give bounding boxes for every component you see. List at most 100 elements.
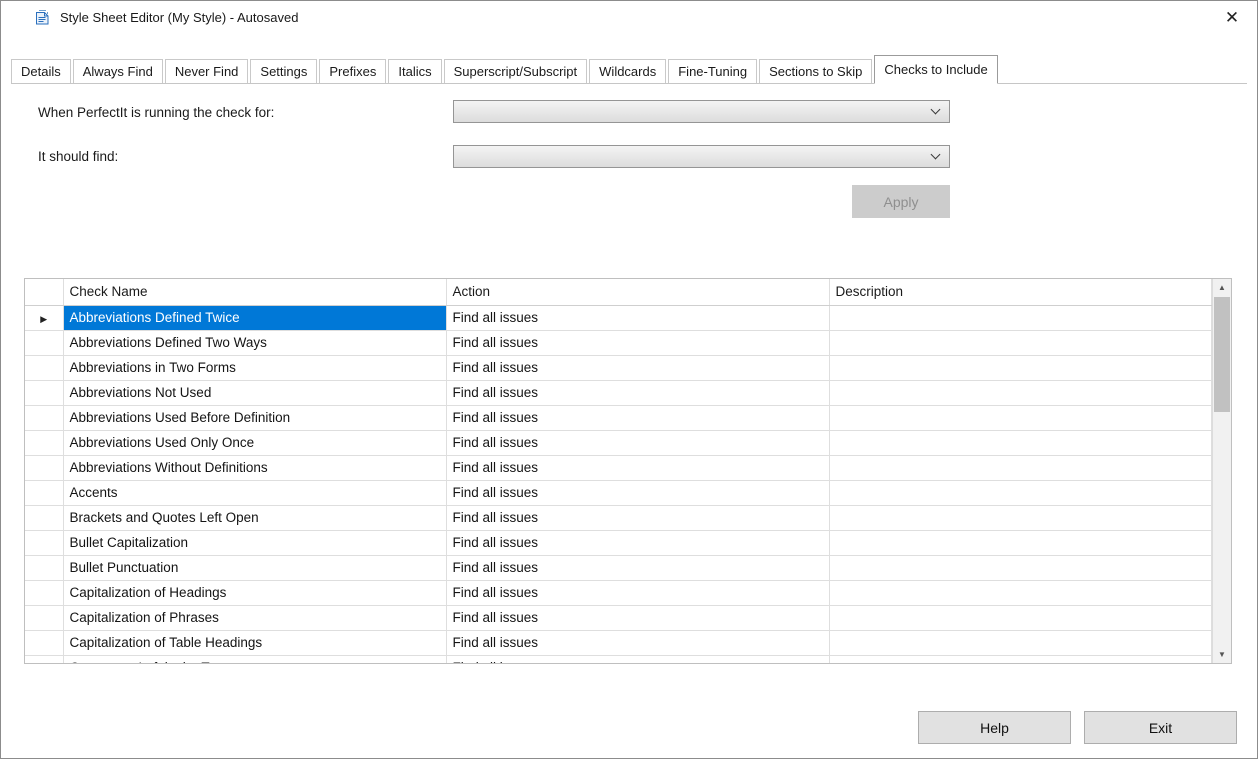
action-cell[interactable]: Find all issues bbox=[446, 405, 829, 430]
scrollbar-down-icon[interactable]: ▼ bbox=[1213, 646, 1231, 663]
row-selector-cell[interactable] bbox=[25, 505, 63, 530]
row-selector-cell[interactable] bbox=[25, 580, 63, 605]
check-name-cell[interactable]: Abbreviations Used Before Definition bbox=[63, 405, 446, 430]
check-name-cell[interactable]: Accents bbox=[63, 480, 446, 505]
action-cell[interactable]: Find all issues bbox=[446, 480, 829, 505]
table-row[interactable]: ▶Abbreviations Defined TwiceFind all iss… bbox=[25, 305, 1212, 330]
action-cell[interactable]: Find all issues bbox=[446, 580, 829, 605]
row-selector-cell[interactable] bbox=[25, 330, 63, 355]
check-name-cell[interactable]: Abbreviations Defined Two Ways bbox=[63, 330, 446, 355]
check-name-cell[interactable]: Abbreviations in Two Forms bbox=[63, 355, 446, 380]
table-row[interactable]: Abbreviations Used Before DefinitionFind… bbox=[25, 405, 1212, 430]
check-name-cell[interactable]: Abbreviations Without Definitions bbox=[63, 455, 446, 480]
tab-fine-tuning[interactable]: Fine-Tuning bbox=[668, 59, 757, 83]
action-cell[interactable]: Find all issues bbox=[446, 530, 829, 555]
description-cell[interactable] bbox=[829, 630, 1212, 655]
action-cell[interactable]: Find all issues bbox=[446, 355, 829, 380]
row-selector-cell[interactable] bbox=[25, 455, 63, 480]
close-icon[interactable]: ✕ bbox=[1220, 6, 1244, 30]
description-cell[interactable] bbox=[829, 505, 1212, 530]
check-name-cell[interactable]: Capitalization of Table Headings bbox=[63, 630, 446, 655]
table-row[interactable]: Abbreviations Used Only OnceFind all iss… bbox=[25, 430, 1212, 455]
check-name-cell[interactable]: Bullet Punctuation bbox=[63, 555, 446, 580]
action-cell[interactable]: Find all issues bbox=[446, 455, 829, 480]
description-cell[interactable] bbox=[829, 430, 1212, 455]
check-name-cell[interactable]: Capitalization of Headings bbox=[63, 580, 446, 605]
table-row[interactable]: Abbreviations in Two FormsFind all issue… bbox=[25, 355, 1212, 380]
action-cell[interactable]: Find all issues bbox=[446, 655, 829, 663]
description-cell[interactable] bbox=[829, 330, 1212, 355]
row-selector-cell[interactable] bbox=[25, 655, 63, 663]
check-name-cell[interactable]: Bullet Capitalization bbox=[63, 530, 446, 555]
action-cell[interactable]: Find all issues bbox=[446, 555, 829, 580]
description-cell[interactable] bbox=[829, 355, 1212, 380]
tab-settings[interactable]: Settings bbox=[250, 59, 317, 83]
description-cell[interactable] bbox=[829, 305, 1212, 330]
check-name-cell[interactable]: Capitalization of Phrases bbox=[63, 605, 446, 630]
tab-always-find[interactable]: Always Find bbox=[73, 59, 163, 83]
row-selector-cell[interactable] bbox=[25, 430, 63, 455]
tab-wildcards[interactable]: Wildcards bbox=[589, 59, 666, 83]
check-name-cell[interactable]: Brackets and Quotes Left Open bbox=[63, 505, 446, 530]
check-name-cell[interactable]: Abbreviations Defined Twice bbox=[63, 305, 446, 330]
row-selector-cell[interactable] bbox=[25, 555, 63, 580]
row-selector-cell[interactable] bbox=[25, 480, 63, 505]
action-cell[interactable]: Find all issues bbox=[446, 330, 829, 355]
table-row[interactable]: Abbreviations Not UsedFind all issues bbox=[25, 380, 1212, 405]
column-header-action[interactable]: Action bbox=[446, 279, 829, 305]
table-row[interactable]: Capitalization of Table HeadingsFind all… bbox=[25, 630, 1212, 655]
table-row[interactable]: Capitalization of HeadingsFind all issue… bbox=[25, 580, 1212, 605]
check-name-cell[interactable]: Abbreviations Used Only Once bbox=[63, 430, 446, 455]
tab-italics[interactable]: Italics bbox=[388, 59, 441, 83]
action-cell[interactable]: Find all issues bbox=[446, 380, 829, 405]
exit-button[interactable]: Exit bbox=[1084, 711, 1237, 744]
row-selector-cell[interactable] bbox=[25, 405, 63, 430]
table-row[interactable]: Bullet PunctuationFind all issues bbox=[25, 555, 1212, 580]
table-row[interactable]: AccentsFind all issues bbox=[25, 480, 1212, 505]
tab-never-find[interactable]: Never Find bbox=[165, 59, 249, 83]
tab-sections-to-skip[interactable]: Sections to Skip bbox=[759, 59, 872, 83]
action-cell[interactable]: Find all issues bbox=[446, 605, 829, 630]
description-cell[interactable] bbox=[829, 655, 1212, 663]
description-cell[interactable] bbox=[829, 605, 1212, 630]
apply-button[interactable]: Apply bbox=[852, 185, 950, 218]
description-cell[interactable] bbox=[829, 580, 1212, 605]
table-row[interactable]: Capitalization of PhrasesFind all issues bbox=[25, 605, 1212, 630]
check-name-cell[interactable]: Abbreviations Not Used bbox=[63, 380, 446, 405]
table-row[interactable]: Abbreviations Without DefinitionsFind al… bbox=[25, 455, 1212, 480]
column-header-check-name[interactable]: Check Name bbox=[63, 279, 446, 305]
row-selector-cell[interactable] bbox=[25, 355, 63, 380]
row-selector-cell[interactable] bbox=[25, 630, 63, 655]
description-cell[interactable] bbox=[829, 380, 1212, 405]
vertical-scrollbar[interactable]: ▲ ▼ bbox=[1212, 279, 1231, 663]
action-cell[interactable]: Find all issues bbox=[446, 630, 829, 655]
action-cell[interactable]: Find all issues bbox=[446, 430, 829, 455]
table-row[interactable]: Bullet CapitalizationFind all issues bbox=[25, 530, 1212, 555]
action-cell[interactable]: Find all issues bbox=[446, 505, 829, 530]
description-cell[interactable] bbox=[829, 405, 1212, 430]
tab-details[interactable]: Details bbox=[11, 59, 71, 83]
table-row[interactable]: Comments Left in the TextFind all issues bbox=[25, 655, 1212, 663]
table-row[interactable]: Abbreviations Defined Two WaysFind all i… bbox=[25, 330, 1212, 355]
check-for-dropdown[interactable] bbox=[453, 100, 950, 123]
description-cell[interactable] bbox=[829, 455, 1212, 480]
tab-checks-to-include[interactable]: Checks to Include bbox=[874, 55, 997, 84]
description-cell[interactable] bbox=[829, 555, 1212, 580]
tab-superscript-subscript[interactable]: Superscript/Subscript bbox=[444, 59, 588, 83]
scrollbar-thumb[interactable] bbox=[1214, 297, 1230, 412]
scrollbar-up-icon[interactable]: ▲ bbox=[1213, 279, 1231, 296]
should-find-dropdown[interactable] bbox=[453, 145, 950, 168]
description-cell[interactable] bbox=[829, 530, 1212, 555]
row-selector-cell[interactable] bbox=[25, 605, 63, 630]
table-row[interactable]: Brackets and Quotes Left OpenFind all is… bbox=[25, 505, 1212, 530]
help-button[interactable]: Help bbox=[918, 711, 1071, 744]
row-selector-cell[interactable]: ▶ bbox=[25, 305, 63, 330]
row-selector-cell[interactable] bbox=[25, 380, 63, 405]
app-icon bbox=[34, 9, 51, 26]
description-cell[interactable] bbox=[829, 480, 1212, 505]
row-selector-cell[interactable] bbox=[25, 530, 63, 555]
column-header-description[interactable]: Description bbox=[829, 279, 1212, 305]
check-name-cell[interactable]: Comments Left in the Text bbox=[63, 655, 446, 663]
action-cell[interactable]: Find all issues bbox=[446, 305, 829, 330]
tab-prefixes[interactable]: Prefixes bbox=[319, 59, 386, 83]
